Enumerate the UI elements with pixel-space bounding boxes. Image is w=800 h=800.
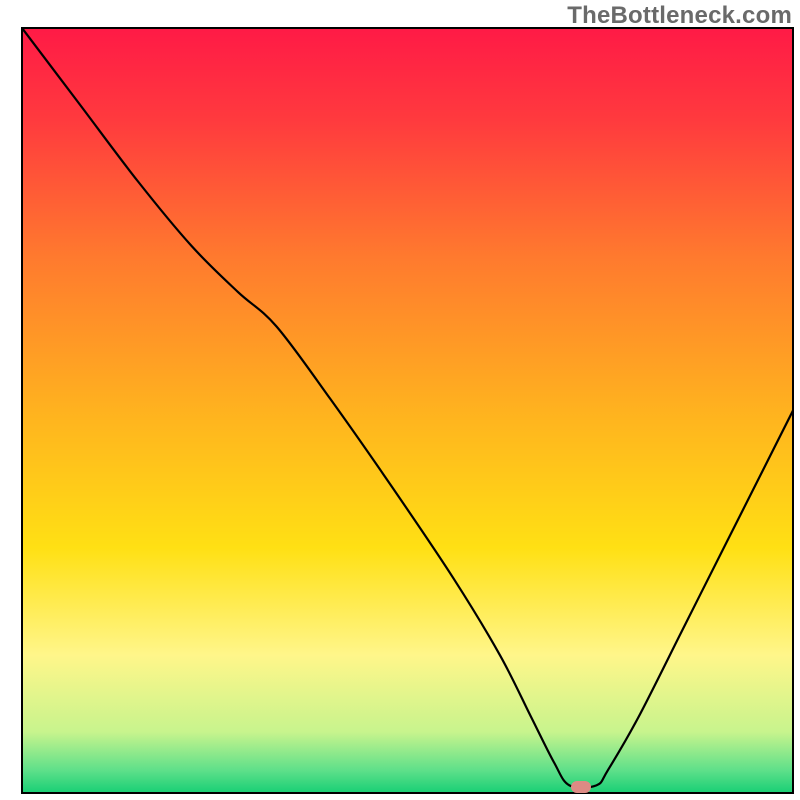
watermark-text: TheBottleneck.com xyxy=(567,2,792,30)
gradient-background xyxy=(22,28,793,793)
chart-container: TheBottleneck.com xyxy=(0,0,800,800)
optimal-point-marker xyxy=(571,781,591,792)
bottleneck-chart xyxy=(0,0,800,800)
